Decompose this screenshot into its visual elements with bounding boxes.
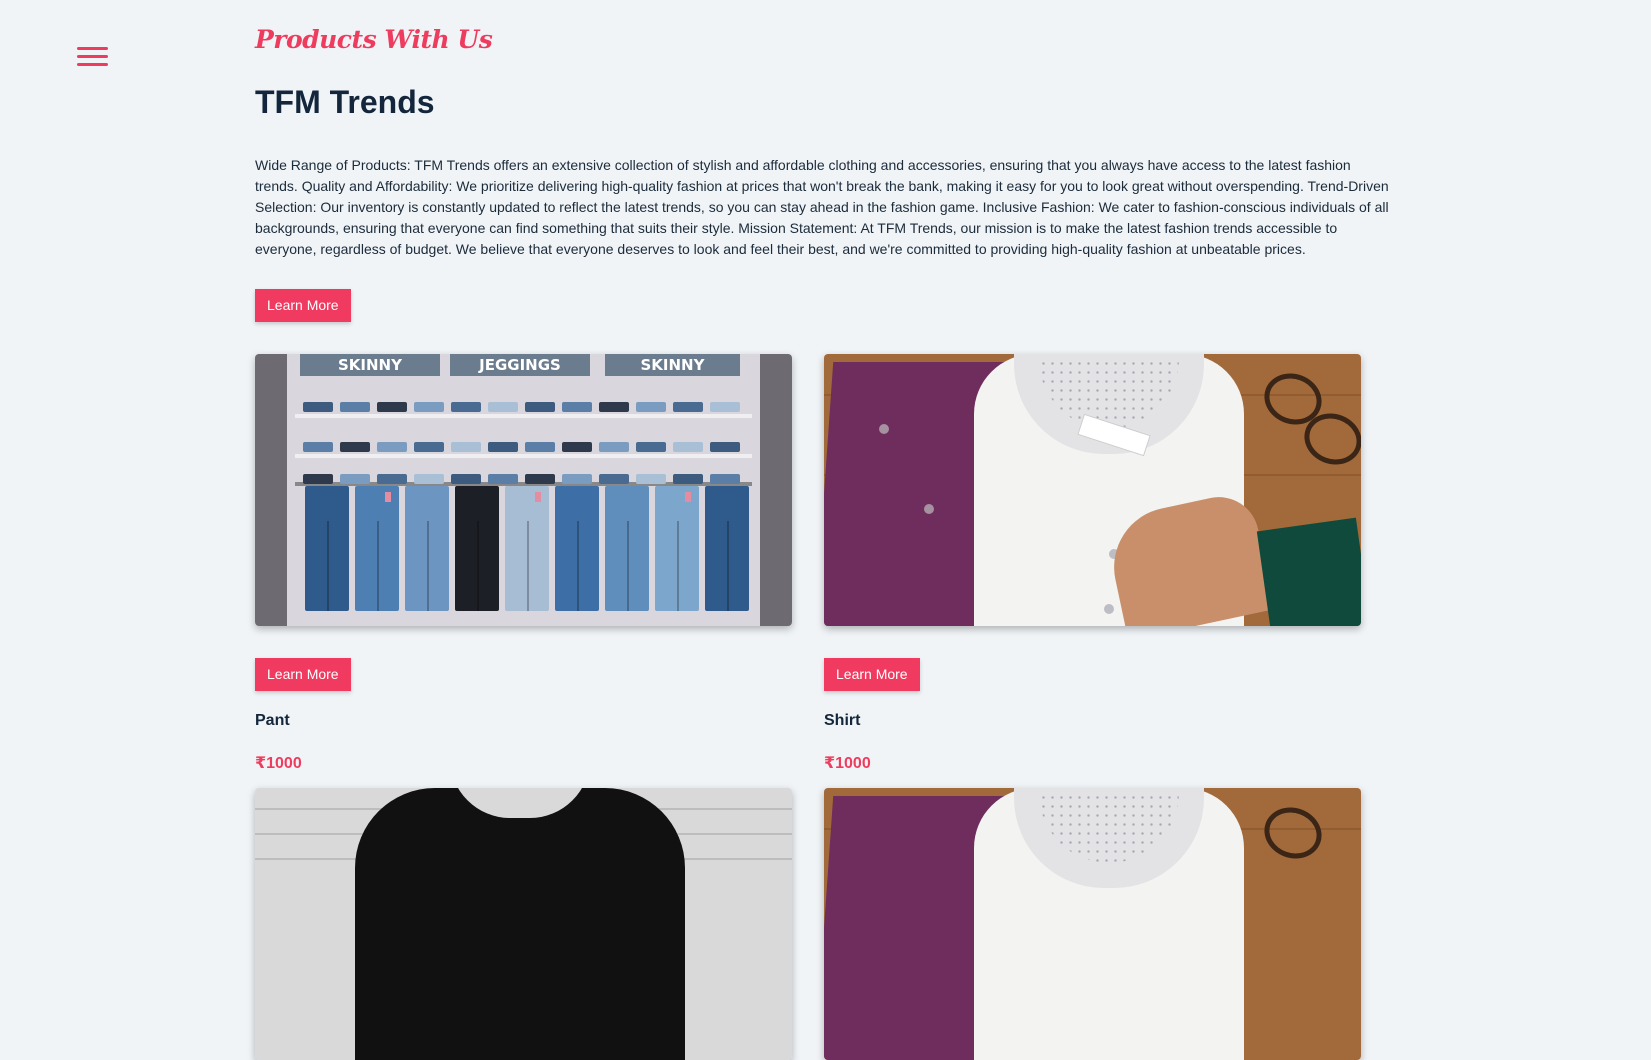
hanging-jeans bbox=[605, 486, 649, 611]
price-tag bbox=[385, 492, 391, 502]
product-price: ₹1000 bbox=[824, 755, 871, 772]
shirt-picture-2 bbox=[824, 788, 1361, 1060]
jeans-stack bbox=[488, 402, 518, 412]
hanging-jeans bbox=[455, 486, 499, 611]
jeans-stack bbox=[377, 474, 407, 484]
jeans-stack bbox=[673, 402, 703, 412]
learn-more-button[interactable]: Learn More bbox=[255, 289, 351, 322]
intro-paragraph: Wide Range of Products: TFM Trends offer… bbox=[255, 157, 1389, 257]
price-tag bbox=[685, 492, 691, 502]
product-name: Pant bbox=[255, 712, 290, 729]
jeans-stack bbox=[377, 442, 407, 452]
jeans-stack bbox=[414, 474, 444, 484]
jeans-stack bbox=[451, 442, 481, 452]
tshirt-picture bbox=[255, 788, 792, 1060]
menu-bar-top bbox=[77, 47, 108, 50]
product-name: Shirt bbox=[824, 712, 861, 729]
product-image-tshirt[interactable] bbox=[255, 788, 792, 1060]
jeans-stack bbox=[525, 402, 555, 412]
jeans-stack bbox=[562, 402, 592, 412]
menu-bar-bottom bbox=[77, 63, 108, 66]
jeans-stack bbox=[451, 402, 481, 412]
product-card-shirt: Learn More Shirt ₹1000 bbox=[824, 354, 1361, 772]
jeans-stack bbox=[340, 442, 370, 452]
jeans-stack bbox=[488, 474, 518, 484]
jeans-stack bbox=[451, 474, 481, 484]
page-title: TFM Trends bbox=[255, 84, 435, 120]
jeans-stack bbox=[340, 402, 370, 412]
jeans-sign-2: JEGGINGS bbox=[450, 354, 590, 376]
pant-learn-more-button[interactable]: Learn More bbox=[255, 658, 351, 691]
jeans-store-picture: SKINNY JEGGINGS SKINNY bbox=[255, 354, 792, 626]
hanging-jeans bbox=[305, 486, 349, 611]
hanging-jeans bbox=[705, 486, 749, 611]
jeans-stack bbox=[303, 474, 333, 484]
hanging-jeans bbox=[355, 486, 399, 611]
product-image-shirt[interactable] bbox=[824, 354, 1361, 626]
jeans-stack bbox=[525, 442, 555, 452]
jeans-sign-3: SKINNY bbox=[605, 354, 740, 376]
hanging-jeans bbox=[655, 486, 699, 611]
product-image-jeans[interactable]: SKINNY JEGGINGS SKINNY bbox=[255, 354, 792, 626]
hanging-jeans bbox=[555, 486, 599, 611]
jeans-stack bbox=[710, 402, 740, 412]
jeans-stack bbox=[636, 402, 666, 412]
shirt-picture bbox=[824, 354, 1361, 626]
jeans-stack bbox=[599, 402, 629, 412]
hanging-jeans bbox=[405, 486, 449, 611]
jeans-stack bbox=[414, 442, 444, 452]
jeans-stack bbox=[673, 442, 703, 452]
product-card-shirt-2 bbox=[824, 788, 1361, 1060]
jeans-stack bbox=[525, 474, 555, 484]
product-card-pant: SKINNY JEGGINGS SKINNY Learn More Pant ₹… bbox=[255, 354, 792, 772]
menu-bar-middle bbox=[77, 55, 108, 58]
jeans-stack bbox=[562, 442, 592, 452]
product-card-tshirt bbox=[255, 788, 792, 1060]
jeans-stack bbox=[303, 402, 333, 412]
jeans-stack bbox=[710, 442, 740, 452]
jeans-stack bbox=[488, 442, 518, 452]
jeans-stack bbox=[414, 402, 444, 412]
price-tag bbox=[535, 492, 541, 502]
product-price: ₹1000 bbox=[255, 755, 302, 772]
jeans-stack bbox=[303, 442, 333, 452]
jeans-stack bbox=[673, 474, 703, 484]
hamburger-menu-icon[interactable] bbox=[77, 45, 109, 69]
jeans-stack bbox=[599, 442, 629, 452]
jeans-stack bbox=[636, 474, 666, 484]
jeans-stack bbox=[377, 402, 407, 412]
jeans-stack bbox=[636, 442, 666, 452]
jeans-sign-1: SKINNY bbox=[300, 354, 440, 376]
product-image-shirt-2[interactable] bbox=[824, 788, 1361, 1060]
jeans-stack bbox=[599, 474, 629, 484]
jeans-stack bbox=[562, 474, 592, 484]
hanging-jeans bbox=[505, 486, 549, 611]
jeans-stack bbox=[710, 474, 740, 484]
shirt-learn-more-button[interactable]: Learn More bbox=[824, 658, 920, 691]
jeans-stack bbox=[340, 474, 370, 484]
section-eyebrow: Products With Us bbox=[255, 25, 493, 54]
